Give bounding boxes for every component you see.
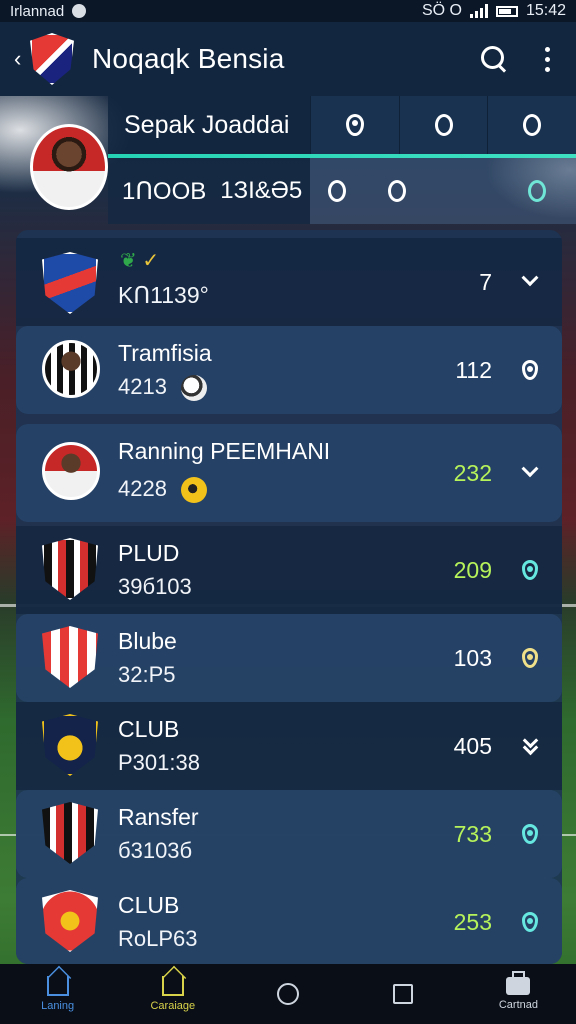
crest-black-red-2-icon	[42, 802, 98, 864]
row-sub: 32:P5	[118, 662, 176, 687]
chevron-down-icon[interactable]	[520, 460, 540, 484]
row-sub: RoLP63	[118, 926, 198, 951]
row-value: 209	[453, 556, 492, 583]
pin-cyan-icon[interactable]	[520, 911, 540, 933]
pin-icon[interactable]	[520, 359, 540, 381]
nav-home[interactable]: Laning	[0, 964, 115, 1024]
club-crest-icon	[30, 33, 74, 85]
list-item[interactable]: PLUD 39б103 209	[16, 526, 562, 614]
ring-icon	[434, 114, 453, 136]
row-value: 733	[453, 820, 492, 847]
ring-icon[interactable]	[388, 180, 406, 202]
tab-3[interactable]	[487, 96, 576, 154]
row-value: 7	[479, 268, 492, 295]
row-name: CLUB	[118, 892, 180, 918]
crest-red-gold-icon	[42, 890, 98, 952]
row-sub: 4213	[118, 374, 167, 399]
row-name: Tramfisia	[118, 340, 212, 366]
list-item[interactable]: Ransfer б3103б 733	[16, 790, 562, 878]
nav-label: Cartnad	[498, 999, 538, 1011]
ring-icon	[523, 114, 542, 136]
back-arrow-icon[interactable]: ‹	[14, 46, 28, 72]
nav-cart[interactable]: Cartnad	[461, 964, 576, 1024]
bird-icon: ❦ ✓	[120, 250, 160, 272]
row-value: 405	[453, 732, 492, 759]
profile-name: Sepak Joaddai	[124, 110, 290, 139]
list-item[interactable]: Tramfisia 4213 112	[16, 326, 562, 414]
status-bar: Irlannad SÖ O 15:42	[0, 0, 576, 22]
row-name: Blube	[118, 628, 177, 654]
pin-cyan-icon[interactable]	[520, 559, 540, 581]
stat-2: 1ЗI&Ә5	[220, 177, 303, 204]
app-bar: ‹ Noqaqk Bensia	[0, 22, 576, 96]
player-avatar-1	[42, 340, 100, 398]
square-icon	[393, 984, 414, 1004]
player-avatar-2	[42, 442, 100, 500]
circle-icon	[277, 983, 299, 1005]
nav-square[interactable]	[346, 964, 461, 1024]
row-sub-wrap: 4228	[118, 476, 207, 504]
pin-yellow-icon[interactable]	[520, 647, 540, 669]
status-indicators: SÖ O	[421, 2, 462, 19]
ring-icon[interactable]	[328, 180, 346, 202]
nav-label: Laning	[41, 1000, 75, 1012]
home-alt-icon	[161, 976, 184, 996]
row-name: PLUD	[118, 540, 180, 566]
avatar[interactable]	[30, 124, 108, 210]
page-title: Noqaqk Bensia	[92, 43, 285, 74]
profile-stats: 1ՈOOB 1ЗI&Ә5	[108, 158, 310, 224]
pin-icon	[345, 114, 364, 136]
signal-icon	[469, 4, 488, 18]
row-value: 112	[455, 356, 492, 383]
home-icon	[46, 976, 69, 996]
club-list: ❦ ✓ KՈ1139° 7 Tramfisia 4213 112 Ranning…	[16, 230, 562, 964]
crest-yellow-navy-icon	[42, 714, 98, 776]
row-sub-wrap: 4213	[118, 374, 207, 402]
list-item[interactable]: CLUB P301:38 405	[16, 702, 562, 790]
list-item[interactable]: Ranning PEEMHANI 4228 232	[16, 424, 562, 522]
nav-carriage[interactable]: Caraiage	[115, 964, 230, 1024]
list-item[interactable]: CLUB RoLP63 253	[16, 878, 562, 964]
ring-teal-icon[interactable]	[528, 180, 546, 202]
bottom-nav: Laning Caraiage Cartnad	[0, 964, 576, 1024]
row-sub: 39б103	[118, 574, 192, 599]
battery-icon	[495, 5, 518, 17]
gold-ball-icon	[180, 477, 207, 504]
carrier-label: Irlannad	[10, 2, 65, 20]
profile-tabbar	[310, 96, 576, 154]
more-vertical-icon[interactable]	[545, 46, 550, 72]
pin-cyan-icon[interactable]	[520, 823, 540, 845]
row-sub: P301:38	[118, 750, 200, 775]
row-name: CLUB	[118, 716, 180, 742]
crest-red-white-icon	[42, 626, 98, 688]
profile-name-box: Sepak Joaddai	[108, 96, 310, 154]
row-sub: б3103б	[118, 838, 193, 863]
profile-header: Sepak Joaddai 1ՈOOB 1ЗI&Ә5	[0, 96, 576, 230]
tab-2[interactable]	[398, 96, 488, 154]
stat-1: 1ՈOOB	[122, 177, 207, 205]
profile-icon-row	[310, 158, 576, 224]
row-value: 253	[453, 908, 492, 935]
clock: 15:42	[525, 2, 566, 19]
soccer-ball-icon	[180, 375, 207, 402]
row-value: 232	[453, 459, 492, 486]
double-chevron-icon[interactable]	[520, 732, 540, 757]
notification-icon	[72, 4, 87, 18]
crest-black-red-icon	[42, 538, 98, 600]
row-name: Ranning PEEMHANI	[118, 438, 331, 464]
nav-label: Caraiage	[150, 1000, 196, 1012]
list-item[interactable]: ❦ ✓ KՈ1139° 7	[16, 238, 562, 326]
search-icon[interactable]	[481, 46, 507, 72]
bag-icon	[506, 971, 531, 995]
row-sub: KՈ1139°	[118, 282, 209, 308]
list-item[interactable]: Blube 32:P5 103	[16, 614, 562, 702]
tab-1[interactable]	[310, 96, 399, 154]
row-name: Ransfer	[118, 804, 199, 830]
row-value: 103	[453, 644, 492, 671]
chevron-down-icon[interactable]	[520, 269, 540, 293]
row-sub: 4228	[118, 476, 167, 501]
nav-circle[interactable]	[230, 964, 345, 1024]
crest-blue-red-icon	[42, 252, 98, 314]
